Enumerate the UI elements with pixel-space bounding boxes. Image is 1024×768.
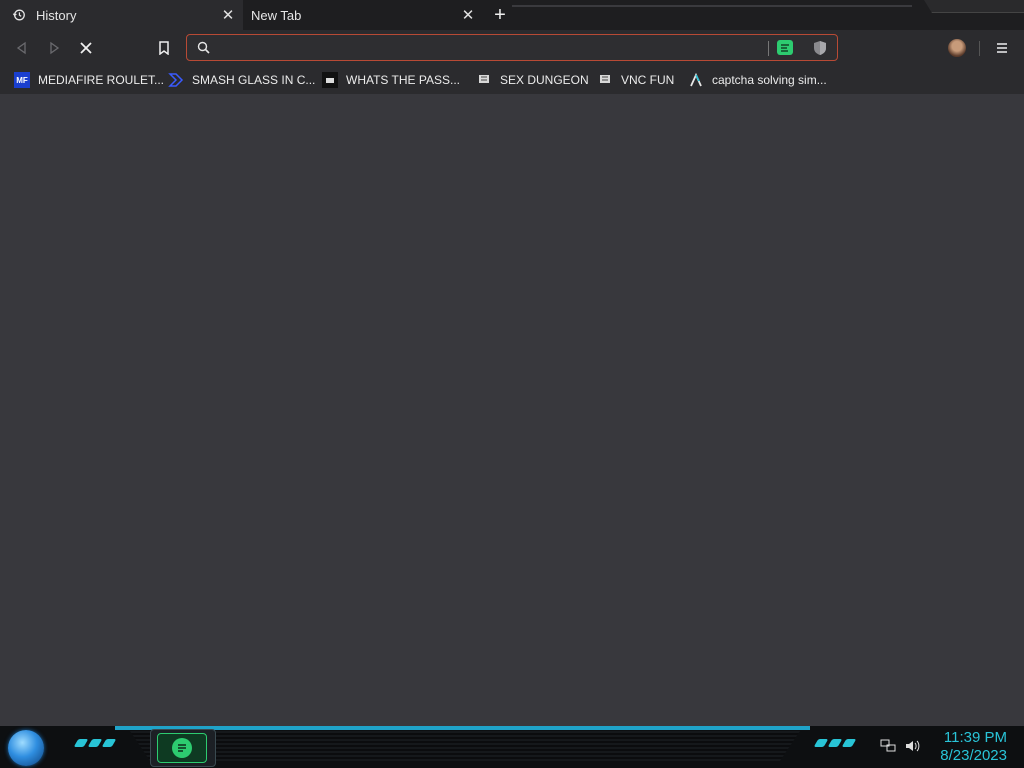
mediafire-icon: MF bbox=[14, 72, 30, 88]
chevron-decoration bbox=[101, 739, 117, 747]
corner-decoration bbox=[924, 0, 1024, 13]
bookmark-label: captcha solving sim... bbox=[712, 73, 827, 87]
lambda-icon bbox=[688, 72, 704, 88]
bookmark-label: WHATS THE PASS... bbox=[346, 73, 461, 87]
chevron-decoration bbox=[87, 739, 103, 747]
stop-icon bbox=[80, 42, 92, 54]
address-input[interactable] bbox=[219, 38, 759, 57]
profile-avatar[interactable] bbox=[948, 39, 966, 57]
clock-date: 8/23/2023 bbox=[940, 747, 1007, 764]
network-icon[interactable] bbox=[880, 738, 896, 754]
back-button[interactable] bbox=[10, 36, 34, 60]
box-site-icon bbox=[322, 72, 338, 88]
back-icon bbox=[16, 41, 26, 55]
tab-bar: History ✕ New Tab ✕ + bbox=[0, 0, 1024, 30]
tab-label: History bbox=[36, 7, 77, 23]
chevron-decoration bbox=[73, 739, 89, 747]
forward-button[interactable] bbox=[42, 36, 66, 60]
bookmark-label: SEX DUNGEON bbox=[500, 73, 589, 87]
navigation-bar bbox=[0, 30, 1024, 66]
shield-extension-icon[interactable] bbox=[813, 40, 827, 56]
menu-button[interactable] bbox=[990, 36, 1014, 60]
bookmark-item[interactable]: SEX DUNGEON bbox=[476, 70, 589, 90]
tab-history[interactable]: History ✕ bbox=[0, 0, 243, 30]
chevron-decoration bbox=[813, 739, 829, 747]
volume-icon[interactable] bbox=[904, 738, 920, 754]
address-bar[interactable] bbox=[186, 34, 838, 61]
search-icon bbox=[197, 41, 210, 54]
menu-icon bbox=[997, 43, 1007, 53]
tab-label: New Tab bbox=[251, 7, 302, 23]
bookmark-label: MEDIAFIRE ROULET... bbox=[38, 73, 165, 87]
forward-icon bbox=[50, 41, 60, 55]
chat-extension-icon[interactable] bbox=[777, 40, 793, 55]
stamp-icon bbox=[476, 72, 492, 88]
taskbar-accent-strip bbox=[115, 726, 810, 730]
close-tab-icon[interactable]: ✕ bbox=[217, 4, 239, 26]
history-icon bbox=[12, 9, 25, 21]
taskbar-app-chat[interactable] bbox=[150, 729, 216, 767]
chevron-decoration bbox=[841, 739, 857, 747]
bookmark-icon bbox=[159, 41, 169, 55]
close-tab-icon[interactable]: ✕ bbox=[457, 4, 479, 26]
bookmarks-bar: MF MEDIAFIRE ROULET... SMASH GLASS IN C.… bbox=[0, 66, 1024, 94]
start-button[interactable] bbox=[8, 730, 44, 766]
bookmark-label: SMASH GLASS IN C... bbox=[192, 73, 316, 87]
tab-new-tab[interactable]: New Tab ✕ bbox=[243, 0, 483, 30]
bookmark-label: VNC FUN bbox=[621, 73, 675, 87]
bookmark-item[interactable]: MF MEDIAFIRE ROULET... bbox=[14, 70, 164, 90]
taskbar-center-panel bbox=[130, 731, 800, 761]
system-clock[interactable]: 11:39 PM 8/23/2023 bbox=[940, 729, 1007, 765]
stamp-icon bbox=[597, 72, 613, 88]
taskbar: 11:39 PM 8/23/2023 bbox=[0, 726, 1024, 768]
bookmark-item[interactable]: captcha solving sim... bbox=[688, 70, 827, 90]
bookmark-item[interactable]: WHATS THE PASS... bbox=[322, 70, 460, 90]
bookmark-item[interactable]: SMASH GLASS IN C... bbox=[168, 70, 315, 90]
bookmark-button[interactable] bbox=[152, 36, 176, 60]
page-content bbox=[0, 94, 1024, 726]
bookmark-item[interactable]: VNC FUN bbox=[597, 70, 674, 90]
divider bbox=[979, 41, 980, 56]
tab-strip-decoration bbox=[512, 5, 912, 7]
stop-button[interactable] bbox=[74, 36, 98, 60]
chat-app-icon bbox=[172, 738, 192, 758]
chevron-logo-icon bbox=[168, 72, 184, 88]
chevron-decoration bbox=[827, 739, 843, 747]
clock-time: 11:39 PM bbox=[943, 729, 1007, 746]
new-tab-button[interactable]: + bbox=[489, 4, 511, 26]
app-frame bbox=[157, 733, 207, 763]
divider bbox=[768, 41, 769, 56]
